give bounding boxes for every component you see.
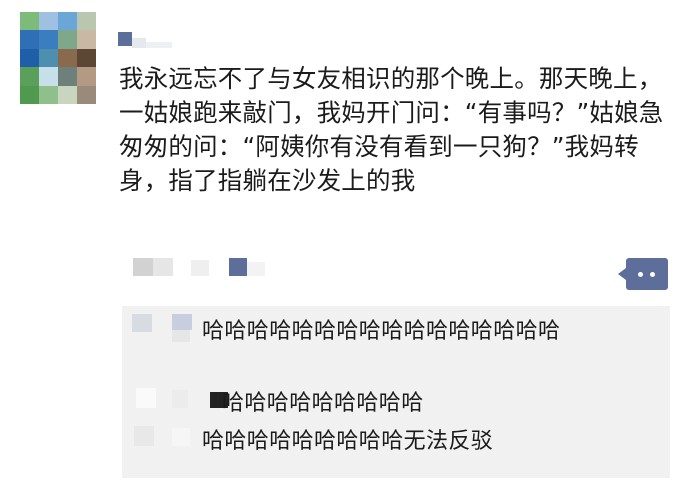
comment-text: 哈哈哈哈哈哈哈哈哈: [222, 391, 424, 416]
post-text: 我永远忘不了与女友相识的那个晚上。那天晚上，一姑娘跑来敲门，我妈开门问：“有事吗…: [119, 64, 664, 195]
blurred-name-icon[interactable]: [136, 388, 156, 408]
blurred-name-icon[interactable]: [134, 426, 154, 446]
comment-text: 哈哈哈哈哈哈哈哈哈无法反驳: [202, 429, 494, 454]
comments-section: 哈哈哈哈哈哈哈哈哈哈哈哈哈哈哈哈 哈哈哈哈哈哈哈哈哈 哈哈哈哈哈哈哈哈哈无法反驳: [122, 306, 670, 478]
blurred-name-icon[interactable]: [172, 428, 190, 446]
pixelated-avatar-icon[interactable]: [20, 12, 96, 104]
comment-text: 哈哈哈哈哈哈哈哈哈哈哈哈哈哈哈哈: [202, 319, 561, 344]
blurred-name-icon[interactable]: [172, 390, 188, 408]
dot-icon: [650, 272, 655, 277]
dot-icon: [638, 272, 643, 277]
more-dots-icon[interactable]: [618, 258, 668, 290]
